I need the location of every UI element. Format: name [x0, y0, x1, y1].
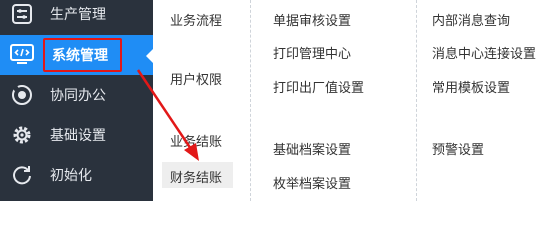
active-caret [146, 48, 154, 64]
sidebar-item-init[interactable]: 初始化 [0, 155, 153, 195]
refresh-icon [10, 163, 34, 187]
column-divider [416, 0, 417, 201]
sidebar-item-label: 基础设置 [50, 128, 106, 144]
menu-item-enum-archive[interactable]: 枚举档案设置 [273, 173, 351, 192]
production-icon [10, 2, 34, 26]
highlight-box [43, 38, 122, 72]
menu-item-finance-closing[interactable]: 财务结账 [170, 167, 222, 186]
menu-item-doc-review[interactable]: 单据审核设置 [273, 10, 351, 29]
menu-item-alert[interactable]: 预警设置 [432, 139, 484, 158]
sidebar-item-production[interactable]: 生产管理 [0, 0, 153, 34]
sidebar-item-label: 初始化 [50, 168, 92, 184]
sidebar-item-basic-settings[interactable]: 基础设置 [0, 115, 153, 155]
menu-item-business-closing[interactable]: 业务结账 [170, 131, 222, 150]
menu-item-print-defaults[interactable]: 打印出厂值设置 [273, 77, 364, 96]
collaboration-icon [10, 83, 34, 107]
menu-item-message-center[interactable]: 消息中心连接设置 [432, 43, 536, 62]
menu-item-template[interactable]: 常用模板设置 [432, 77, 510, 96]
sidebar-item-label: 生产管理 [50, 7, 106, 23]
submenu-panel: 业务流程 用户权限 业务结账 财务结账 单据审核设置 打印管理中心 打印出厂值设… [154, 0, 553, 201]
menu-item-user-permission[interactable]: 用户权限 [170, 69, 222, 88]
menu-item-internal-message[interactable]: 内部消息查询 [432, 10, 510, 29]
sidebar-item-label: 协同办公 [50, 88, 106, 104]
monitor-code-icon [10, 43, 34, 67]
column-divider [250, 0, 251, 201]
sidebar: 生产管理 系统管理 协同办公 基础设置 初始化 [0, 0, 154, 201]
menu-item-basic-archive[interactable]: 基础档案设置 [273, 139, 351, 158]
gear-icon [10, 123, 34, 147]
menu-item-print-center[interactable]: 打印管理中心 [273, 43, 351, 62]
menu-item-business-process[interactable]: 业务流程 [170, 10, 222, 29]
sidebar-item-collaboration[interactable]: 协同办公 [0, 75, 153, 115]
